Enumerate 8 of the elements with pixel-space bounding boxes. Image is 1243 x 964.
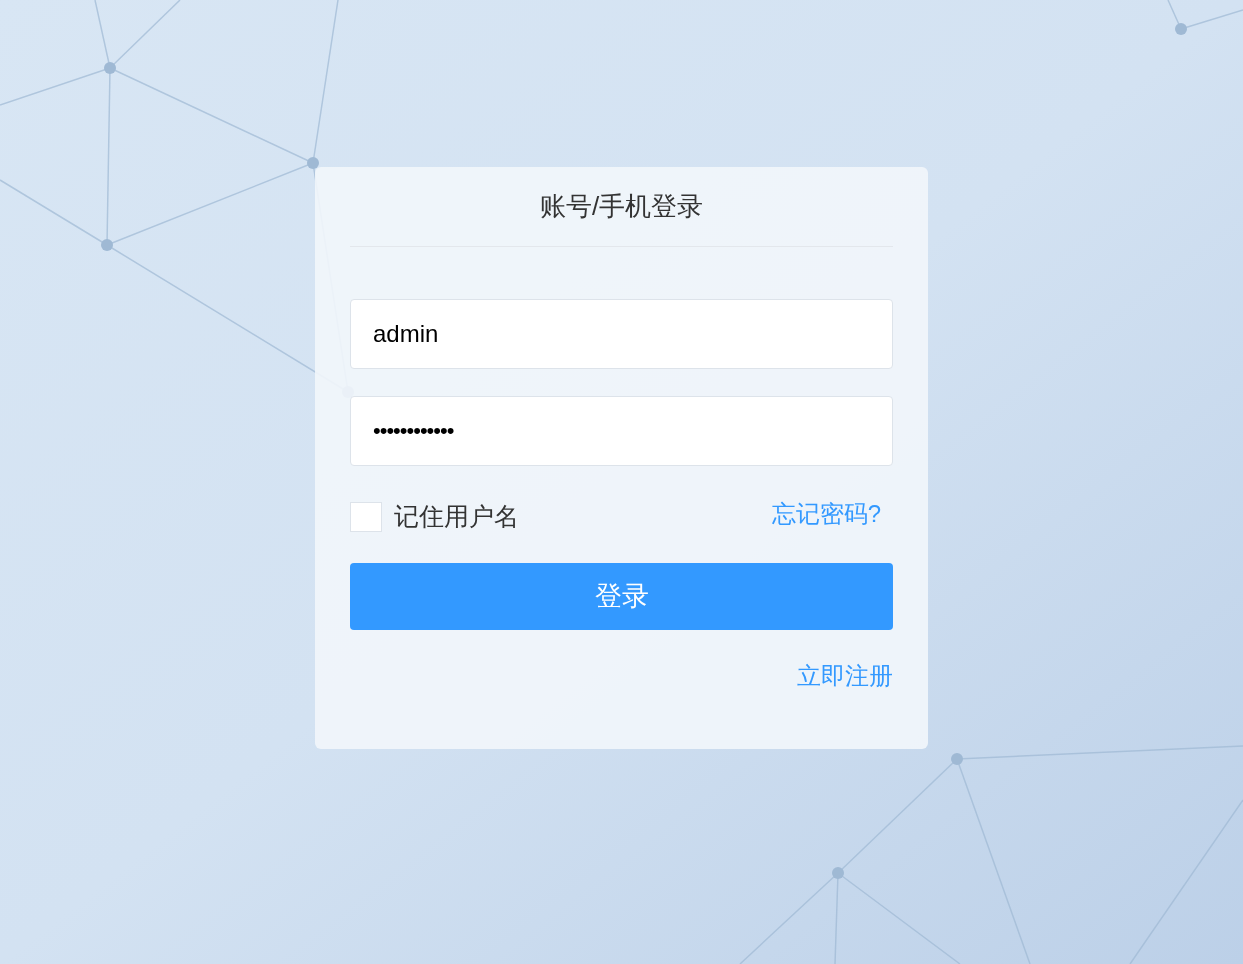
remember-checkbox[interactable] <box>350 501 382 532</box>
forgot-password-link[interactable]: 忘记密码? <box>771 495 881 532</box>
username-field[interactable]: admin <box>350 299 893 369</box>
register-link[interactable]: 立即注册 <box>797 657 893 694</box>
login-title: 账号/手机登录 <box>350 167 893 247</box>
login-button[interactable]: 登录 <box>350 562 893 630</box>
remember-label: 记住用户名 <box>394 501 519 532</box>
password-field[interactable]: •••••••••••• <box>350 396 893 466</box>
